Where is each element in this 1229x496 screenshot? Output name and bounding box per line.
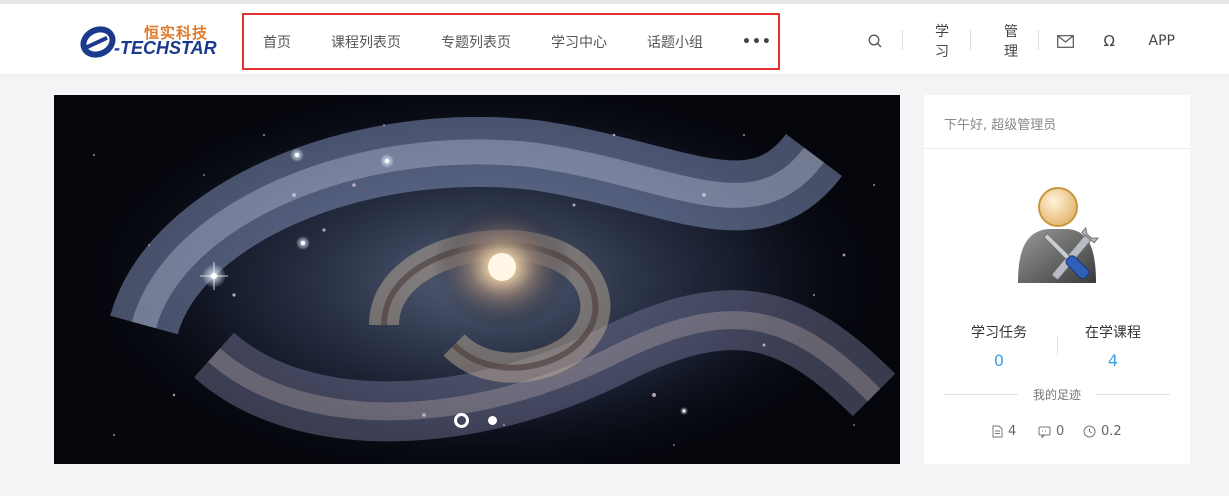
- clock-icon: [1083, 425, 1096, 438]
- divider: [1038, 30, 1039, 50]
- omega-button[interactable]: Ω: [1104, 26, 1115, 56]
- top-header: 恒实科技 -TECHSTAR 首页 课程列表页 专题列表页 学习中心 话题小组 …: [0, 0, 1229, 75]
- logo-e-icon: [80, 26, 116, 58]
- main-nav-highlight: 首页 课程列表页 专题列表页 学习中心 话题小组 •••: [242, 13, 780, 70]
- divider: [924, 148, 1190, 149]
- brand-logo[interactable]: 恒实科技 -TECHSTAR: [78, 22, 228, 66]
- comment-icon: [1038, 426, 1051, 438]
- app-link[interactable]: APP: [1149, 26, 1175, 56]
- carousel-dot-2[interactable]: [488, 416, 497, 425]
- footprint-comments-value: 0: [1056, 424, 1065, 439]
- footprint-comments[interactable]: 0: [1038, 424, 1064, 439]
- footprint-time-value: 0.2: [1101, 424, 1122, 439]
- manage-link[interactable]: 管理: [1004, 24, 1018, 60]
- divider: [970, 30, 971, 50]
- search-button[interactable]: [868, 26, 882, 56]
- carousel-dot-1[interactable]: [454, 413, 469, 428]
- course-count[interactable]: 4: [1068, 351, 1158, 370]
- nav-item-course-list[interactable]: 课程列表页: [331, 32, 401, 52]
- document-icon: [992, 425, 1003, 438]
- task-count[interactable]: 0: [954, 351, 1044, 370]
- divider: [902, 30, 903, 50]
- nav-item-topic-group[interactable]: 话题小组: [647, 32, 703, 52]
- footprint-documents-value: 4: [1008, 424, 1017, 439]
- divider: [1057, 335, 1058, 355]
- learn-link[interactable]: 学习: [935, 24, 949, 60]
- nav-item-home[interactable]: 首页: [263, 32, 291, 52]
- course-label: 在学课程: [1085, 325, 1141, 341]
- admin-avatar: [1018, 187, 1100, 283]
- brand-en: -TECHSTAR: [114, 38, 217, 58]
- nav-item-learning-center[interactable]: 学习中心: [551, 32, 607, 52]
- omega-icon: Ω: [1103, 32, 1115, 50]
- banner-carousel[interactable]: [54, 95, 900, 464]
- footprint-documents[interactable]: 4: [992, 424, 1016, 439]
- divider: [1096, 394, 1170, 395]
- nav-item-topic-list[interactable]: 专题列表页: [441, 32, 511, 52]
- footprint-time[interactable]: 0.2: [1083, 424, 1122, 439]
- task-label: 学习任务: [971, 325, 1027, 341]
- galaxy-image: [54, 95, 900, 464]
- search-icon: [868, 34, 882, 48]
- greeting-text: 下午好, 超级管理员: [944, 118, 1057, 133]
- nav-more-button[interactable]: •••: [742, 34, 772, 50]
- mail-button[interactable]: [1057, 26, 1074, 56]
- mail-icon: [1057, 34, 1074, 48]
- user-panel: 下午好, 超级管理员 学习任务 0 在学课程 4 我的足迹 4 0 0.2: [924, 95, 1190, 464]
